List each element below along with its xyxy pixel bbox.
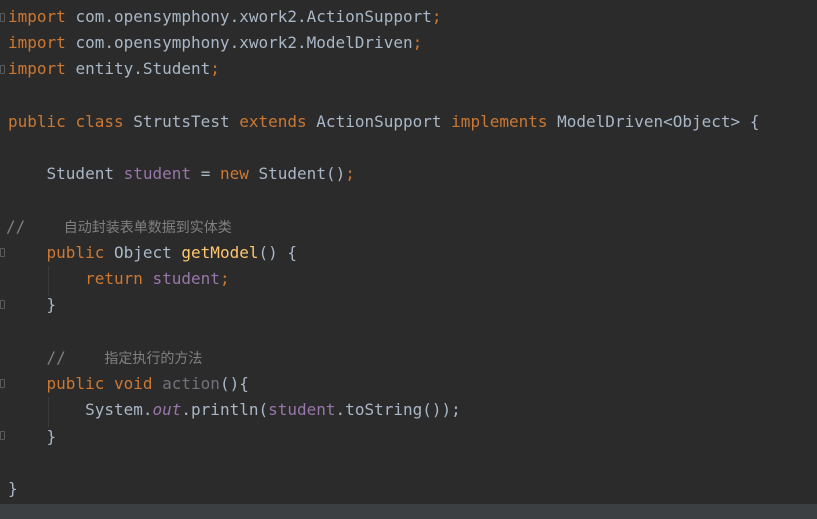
keyword-token: public (46, 374, 105, 393)
code-editor[interactable]: import com.opensymphony.xwork2.ActionSup… (0, 0, 817, 504)
comment-slashes: // (46, 348, 66, 367)
code-line-getmodel[interactable]: public Object getModel() { (8, 240, 297, 266)
method-name: getModel (181, 243, 259, 262)
keyword-token: public (46, 243, 105, 262)
code-line-action[interactable]: public void action(){ (8, 371, 249, 397)
horizontal-scrollbar[interactable] (0, 504, 817, 519)
import-path: com.opensymphony.xwork2.ActionSupport (75, 7, 432, 26)
fold-marker-icon[interactable] (0, 300, 5, 309)
code-line-import-1[interactable]: import com.opensymphony.xwork2.ActionSup… (8, 4, 442, 30)
code-line-close-brace[interactable]: } (8, 424, 57, 450)
open-brace: { (749, 112, 760, 131)
keyword-token: import (8, 33, 66, 52)
keyword-token: import (8, 59, 66, 78)
fold-marker-icon[interactable] (0, 379, 5, 388)
argument: student (268, 400, 336, 419)
keyword-token: import (8, 7, 66, 26)
keyword-token: implements (451, 112, 548, 131)
return-type: Object (113, 243, 172, 262)
code-line-class-declaration[interactable]: public class StrutsTest extends ActionSu… (8, 109, 759, 135)
interface-name: ModelDriven<Object> (557, 112, 741, 131)
code-line-import-2[interactable]: import com.opensymphony.xwork2.ModelDriv… (8, 30, 422, 56)
code-line-import-3[interactable]: import entity.Student; (8, 56, 220, 82)
keyword-token: return (85, 269, 143, 288)
parent-class: ActionSupport (316, 112, 442, 131)
code-line-return[interactable]: return student; (8, 266, 230, 292)
semicolon: ; (210, 59, 220, 78)
code-line-close-brace[interactable]: } (8, 292, 57, 318)
fold-marker-icon[interactable] (0, 431, 5, 440)
static-field: out (152, 400, 182, 419)
semicolon: ; (431, 7, 442, 26)
class-name: StrutsTest (133, 112, 230, 131)
field-type: Student (46, 164, 114, 183)
code-line-field[interactable]: Student student = new Student(); (8, 161, 355, 187)
comment-slashes: // (6, 217, 26, 236)
import-path: entity.Student (75, 59, 211, 78)
method-call: .println( (181, 400, 269, 419)
fold-marker-icon[interactable] (0, 65, 5, 74)
code-line-comment-2[interactable]: // 指定执行的方法 (8, 345, 203, 371)
keyword-token: void (113, 374, 153, 393)
semicolon: ; (345, 164, 355, 183)
method-params: () { (258, 243, 297, 262)
method-name: action (162, 374, 220, 393)
close-brace: } (46, 295, 57, 314)
fold-marker-icon[interactable] (0, 248, 5, 257)
semicolon: ; (219, 269, 230, 288)
close-brace: } (46, 427, 57, 446)
comment-text: 指定执行的方法 (104, 351, 203, 367)
field-name: student (123, 164, 192, 183)
close-brace: } (8, 479, 18, 498)
code-line-comment-1[interactable]: // 自动封装表单数据到实体类 (6, 214, 232, 240)
code-line-println[interactable]: System.out.println(student.toString()); (8, 397, 461, 423)
keyword-token: class (75, 112, 124, 131)
system-class: System. (85, 400, 153, 419)
constructor-call: Student() (258, 164, 346, 183)
code-line-class-close[interactable]: } (8, 476, 18, 502)
method-params: (){ (219, 374, 249, 393)
keyword-token: public (8, 112, 66, 131)
fold-marker-icon[interactable] (0, 13, 5, 22)
keyword-token: new (219, 164, 249, 183)
method-call: .toString()); (335, 400, 461, 419)
keyword-token: extends (239, 112, 307, 131)
assign-operator: = (200, 164, 211, 183)
semicolon: ; (412, 33, 423, 52)
comment-text: 自动封装表单数据到实体类 (63, 220, 232, 236)
return-value: student (152, 269, 220, 288)
import-path: com.opensymphony.xwork2.ModelDriven (75, 33, 413, 52)
